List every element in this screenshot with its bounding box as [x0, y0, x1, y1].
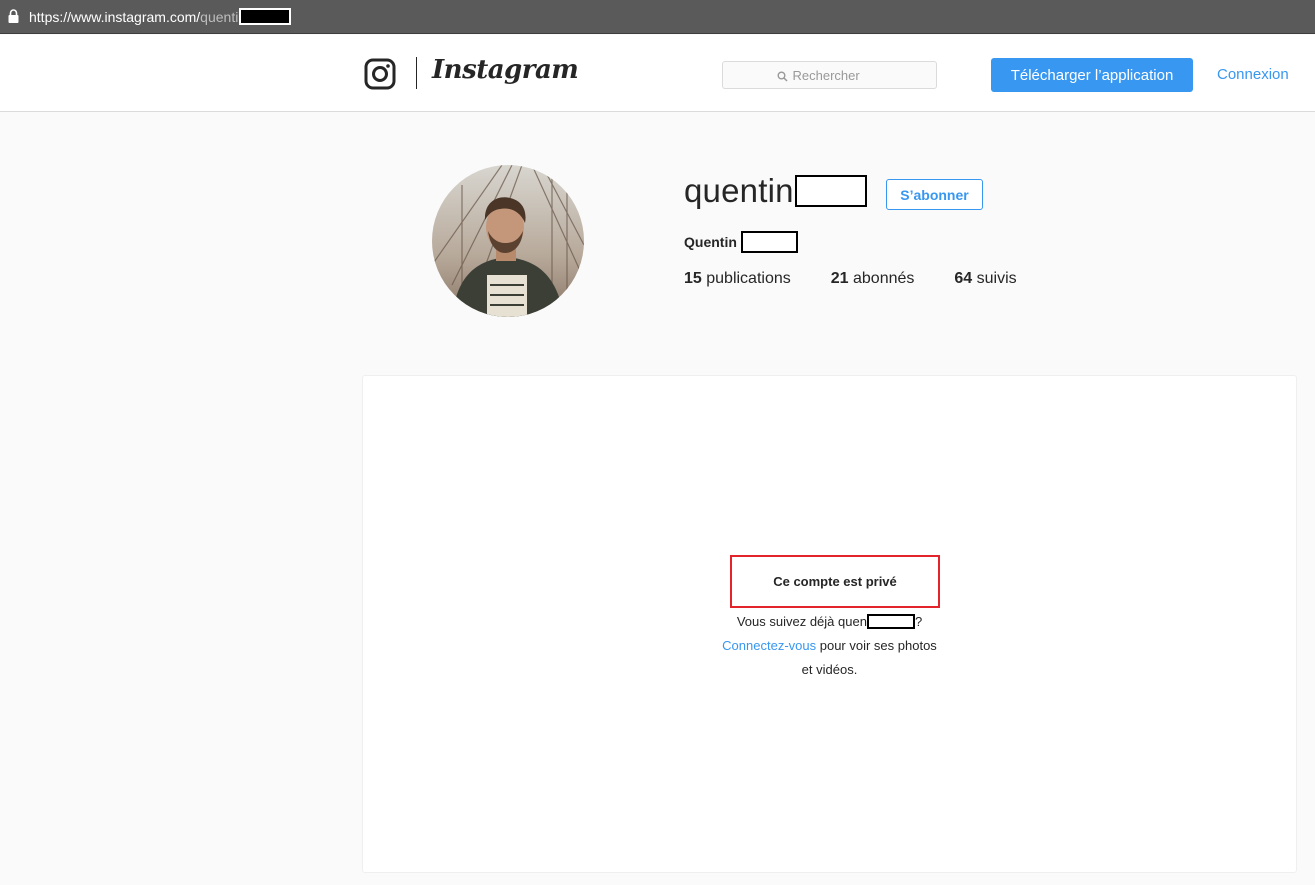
- message-line-3: et vidéos.: [801, 662, 858, 677]
- redaction-box: [740, 231, 798, 253]
- posts-count: 15: [684, 270, 702, 287]
- full-name-text: Quentin: [684, 234, 737, 250]
- url-path: quenti: [200, 8, 239, 25]
- username-text: quentin: [684, 172, 794, 209]
- private-account-title: Ce compte est privé: [730, 555, 940, 608]
- following-count: 64: [954, 270, 973, 287]
- browser-url-bar[interactable]: https://www.instagram.com/quenti: [0, 0, 1315, 34]
- followers-count: 21: [830, 270, 849, 287]
- instagram-wordmark[interactable]: Instagram: [432, 55, 579, 85]
- instagram-camera-icon[interactable]: [364, 58, 396, 90]
- login-suffix: pour voir ses photos: [816, 638, 937, 653]
- followers-label: abonnés: [853, 270, 915, 287]
- download-app-button[interactable]: Télécharger l’application: [991, 58, 1193, 92]
- profile-full-name: Quentin: [684, 231, 798, 253]
- url-base: https://www.instagram.com/: [29, 8, 201, 25]
- login-prompt-link[interactable]: Connectez-vous: [722, 638, 816, 653]
- posts-label: publications: [706, 270, 791, 287]
- redaction-box: [794, 175, 867, 207]
- stat-following[interactable]: 64 suivis: [954, 270, 1016, 288]
- message-line-1: Vous suivez déjà quen?: [700, 610, 959, 634]
- profile-stats: 15 publications 21 abonnés 64 suivis: [684, 270, 1057, 288]
- search-input[interactable]: [792, 67, 883, 83]
- following-label: suivis: [976, 270, 1017, 287]
- redaction-box: [239, 8, 292, 25]
- message-line-2: Connectez-vous pour voir ses photos: [700, 634, 959, 658]
- stat-followers[interactable]: 21 abonnés: [831, 270, 915, 288]
- already-follow-prefix: Vous suivez déjà quen: [736, 614, 867, 629]
- site-header: Instagram Télécharger l’application Conn…: [0, 35, 1315, 112]
- redaction-box: [866, 614, 915, 629]
- search-icon: [777, 70, 788, 82]
- search-box[interactable]: [722, 61, 937, 89]
- already-follow-suffix: ?: [914, 614, 923, 629]
- stat-posts: 15 publications: [684, 270, 791, 288]
- lock-icon: [8, 8, 22, 25]
- private-account-message: Vous suivez déjà quen? Connectez-vous po…: [700, 610, 959, 682]
- avatar[interactable]: [432, 165, 584, 317]
- login-link[interactable]: Connexion: [1217, 66, 1289, 83]
- follow-button[interactable]: S’abonner: [886, 179, 983, 210]
- profile-username: quentin: [684, 172, 867, 210]
- logo-divider: [416, 57, 417, 89]
